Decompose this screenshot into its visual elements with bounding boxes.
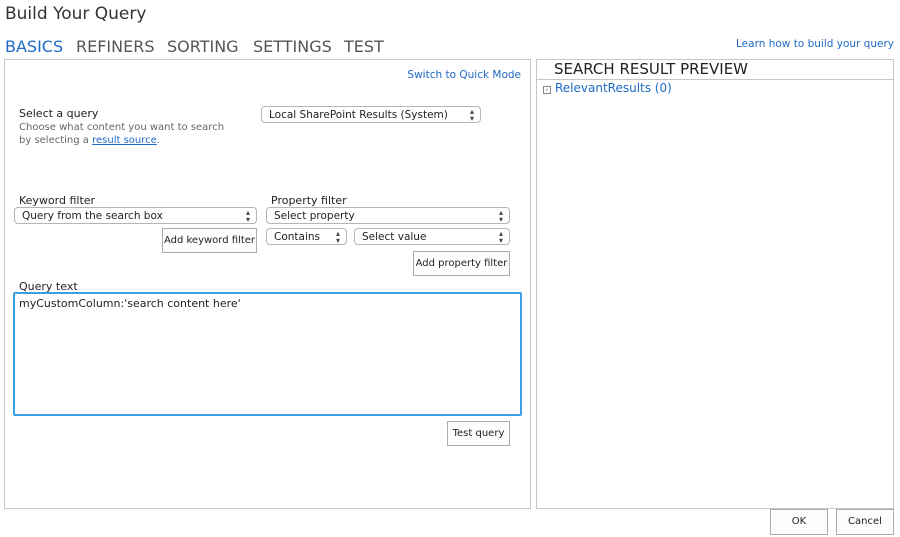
dialog-title: Build Your Query (5, 4, 147, 24)
result-source-link[interactable]: result source (92, 135, 157, 146)
operator-value: Contains (274, 231, 321, 243)
learn-link[interactable]: Learn how to build your query (736, 38, 894, 50)
tab-sorting[interactable]: SORTING (167, 37, 239, 56)
property-select[interactable]: Select property ▴ ▾ (266, 207, 510, 224)
property-filter-label: Property filter (271, 194, 347, 207)
keyword-filter-value: Query from the search box (22, 210, 163, 222)
select-query-description: Choose what content you want to search b… (19, 121, 239, 147)
add-property-filter-button[interactable]: Add property filter (413, 251, 510, 276)
updown-icon: ▴ ▾ (498, 208, 503, 224)
select-query-label: Select a query (19, 107, 99, 120)
relevant-results-group[interactable]: RelevantResults (0) (555, 81, 672, 95)
test-query-button[interactable]: Test query (447, 421, 510, 446)
value-value: Select value (362, 231, 427, 243)
desc-suffix: . (156, 135, 160, 146)
query-source-select[interactable]: Local SharePoint Results (System) ▴ ▾ (261, 106, 481, 123)
preview-panel (536, 59, 894, 509)
tab-settings[interactable]: SETTINGS (253, 37, 332, 56)
updown-icon: ▴ ▾ (335, 229, 340, 245)
tab-test[interactable]: TEST (344, 37, 384, 56)
tab-basics[interactable]: BASICS (5, 37, 63, 56)
cancel-button[interactable]: Cancel (836, 509, 894, 535)
updown-icon: ▴ ▾ (498, 229, 503, 245)
query-text-area[interactable]: myCustomColumn:'search content here' (13, 292, 522, 416)
property-value: Select property (274, 210, 355, 222)
keyword-filter-select[interactable]: Query from the search box ▴ ▾ (14, 207, 257, 224)
value-select[interactable]: Select value ▴ ▾ (354, 228, 510, 245)
updown-icon: ▴ ▾ (245, 208, 250, 224)
collapse-icon[interactable]: - (543, 86, 551, 94)
add-keyword-filter-button[interactable]: Add keyword filter (162, 228, 257, 253)
updown-icon: ▴ ▾ (469, 107, 474, 123)
switch-quick-mode-link[interactable]: Switch to Quick Mode (407, 69, 521, 81)
keyword-filter-label: Keyword filter (19, 194, 96, 207)
ok-button[interactable]: OK (770, 509, 828, 535)
tab-refiners[interactable]: REFINERS (76, 37, 155, 56)
preview-title: SEARCH RESULT PREVIEW (537, 60, 893, 80)
query-source-value: Local SharePoint Results (System) (269, 109, 448, 121)
operator-select[interactable]: Contains ▴ ▾ (266, 228, 347, 245)
